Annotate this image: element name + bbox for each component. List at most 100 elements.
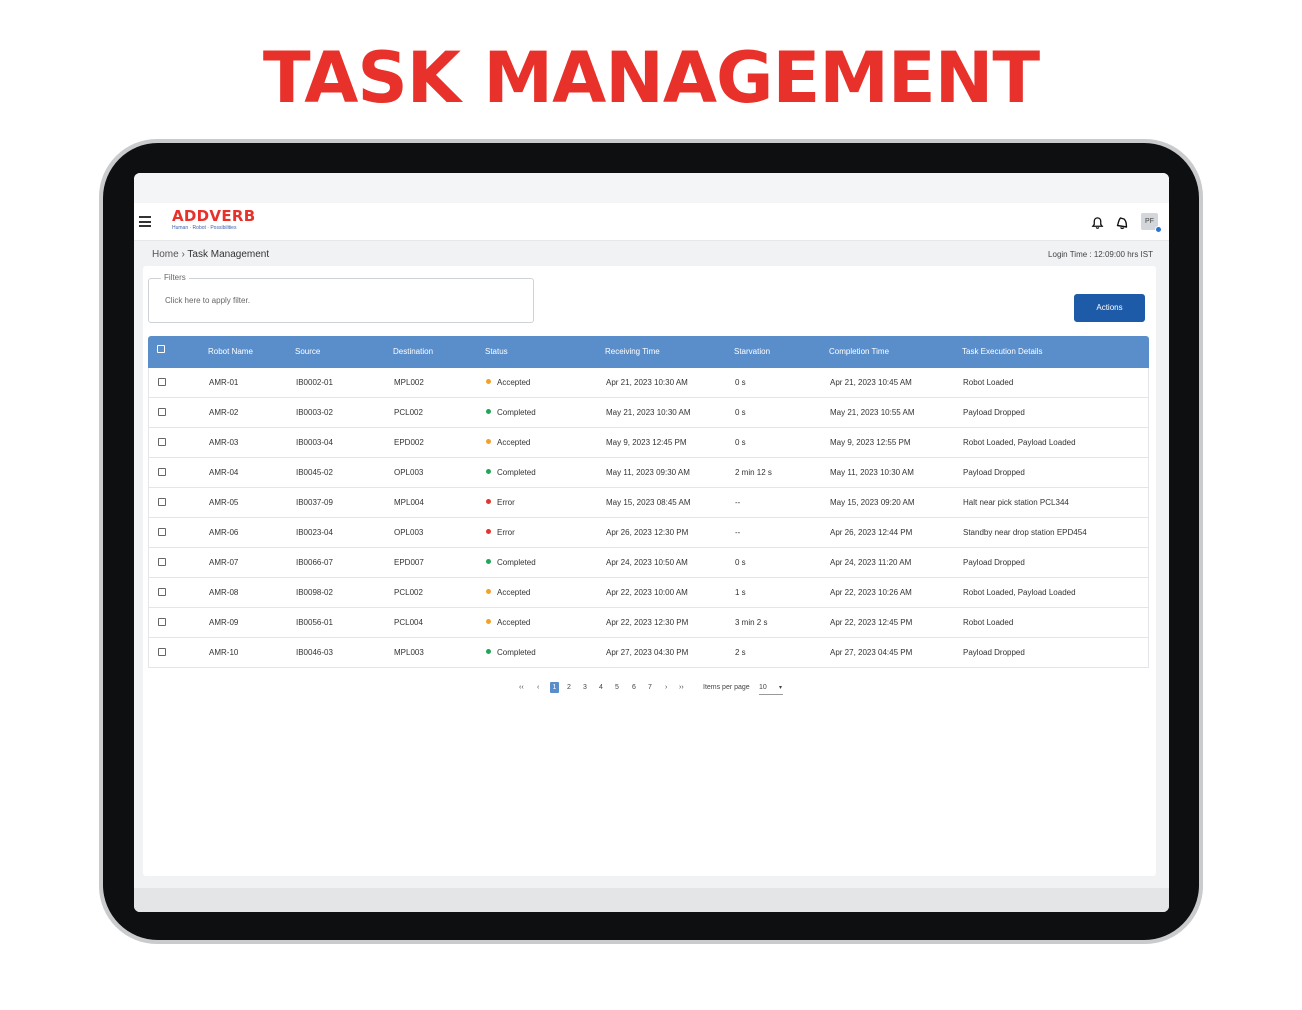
table-header: Robot Name Source Destination Status Rec… xyxy=(148,336,1149,368)
column-header-task-details[interactable]: Task Execution Details xyxy=(962,336,1042,368)
row-checkbox[interactable] xyxy=(158,468,166,476)
page-3-button[interactable]: 3 xyxy=(583,682,587,694)
row-checkbox[interactable] xyxy=(158,378,166,386)
actions-button[interactable]: Actions xyxy=(1074,294,1145,322)
row-checkbox[interactable] xyxy=(158,648,166,656)
task-table: Robot Name Source Destination Status Rec… xyxy=(148,336,1149,668)
cell-starvation: 1 s xyxy=(735,588,746,597)
cell-receiving-time: Apr 24, 2023 10:50 AM xyxy=(606,558,688,567)
table-body: AMR-01 IB0002-01 MPL002 Accepted Apr 21, 202… xyxy=(148,368,1149,668)
table-row[interactable]: AMR-06 IB0023-04 OPL003 Error Apr 26, 2023 1… xyxy=(148,518,1149,548)
cell-starvation: 0 s xyxy=(735,438,746,447)
filter-box[interactable]: Filters Click here to apply filter. xyxy=(148,273,534,323)
cell-destination: OPL003 xyxy=(394,468,424,477)
cell-completion-time: Apr 21, 2023 10:45 AM xyxy=(830,378,912,387)
row-checkbox[interactable] xyxy=(158,588,166,596)
cell-receiving-time: Apr 21, 2023 10:30 AM xyxy=(606,378,688,387)
row-checkbox[interactable] xyxy=(158,558,166,566)
column-header-starvation[interactable]: Starvation xyxy=(734,336,770,368)
status-dot-icon xyxy=(486,619,491,625)
cell-source: IB0046-03 xyxy=(296,648,333,657)
cell-completion-time: May 11, 2023 10:30 AM xyxy=(830,468,914,477)
column-header-completion-time[interactable]: Completion Time xyxy=(829,336,889,368)
cell-destination: MPL003 xyxy=(394,648,424,657)
notification-bell-icon[interactable] xyxy=(1091,216,1104,230)
menu-icon[interactable] xyxy=(139,216,151,227)
row-checkbox[interactable] xyxy=(158,498,166,506)
row-checkbox[interactable] xyxy=(158,408,166,416)
table-row[interactable]: AMR-03 IB0003-04 EPD002 Accepted May 9, 2023… xyxy=(148,428,1149,458)
prev-page-button[interactable]: ‹ xyxy=(537,682,539,694)
row-checkbox[interactable] xyxy=(158,618,166,626)
page-2-button[interactable]: 2 xyxy=(567,682,571,694)
cell-status: Accepted xyxy=(486,368,530,398)
table-row[interactable]: AMR-07 IB0066-07 EPD007 Completed Apr 24, 20… xyxy=(148,548,1149,578)
alert-icon[interactable] xyxy=(1115,216,1129,230)
cell-starvation: 0 s xyxy=(735,378,746,387)
cell-task-details: Standby near drop station EPD454 xyxy=(963,528,1087,537)
cell-status: Error xyxy=(486,488,515,518)
status-dot-icon xyxy=(486,589,491,595)
column-header-robot-name[interactable]: Robot Name xyxy=(208,336,253,368)
first-page-button[interactable]: ‹‹ xyxy=(519,682,524,694)
page-1-button[interactable]: 1 xyxy=(550,682,559,693)
status-label: Accepted xyxy=(497,378,531,387)
status-label: Completed xyxy=(497,558,536,567)
breadcrumb-home[interactable]: Home xyxy=(152,249,179,260)
cell-robot-name: AMR-10 xyxy=(209,648,239,657)
cell-starvation: 2 s xyxy=(735,648,746,657)
cell-destination: MPL002 xyxy=(394,378,424,387)
cell-receiving-time: May 15, 2023 08:45 AM xyxy=(606,498,691,507)
table-row[interactable]: AMR-09 IB0056-01 PCL004 Accepted Apr 22, 202… xyxy=(148,608,1149,638)
brand-logo[interactable]: ADDVERB Human · Robot · Possibilities xyxy=(172,208,255,232)
status-dot-icon xyxy=(486,529,491,535)
table-row[interactable]: AMR-10 IB0046-03 MPL003 Completed Apr 27, 20… xyxy=(148,638,1149,668)
table-row[interactable]: AMR-08 IB0098-02 PCL002 Accepted Apr 22, 202… xyxy=(148,578,1149,608)
cell-source: IB0002-01 xyxy=(296,378,333,387)
cell-receiving-time: Apr 26, 2023 12:30 PM xyxy=(606,528,689,537)
page-7-button[interactable]: 7 xyxy=(648,682,652,694)
breadcrumb: Home › Task Management xyxy=(152,249,269,260)
cell-status: Completed xyxy=(486,548,536,578)
cell-starvation: 2 min 12 s xyxy=(735,468,772,477)
table-row[interactable]: AMR-02 IB0003-02 PCL002 Completed May 21, 20… xyxy=(148,398,1149,428)
user-initials: PF xyxy=(1145,218,1154,225)
cell-completion-time: May 15, 2023 09:20 AM xyxy=(830,498,915,507)
cell-destination: EPD007 xyxy=(394,558,424,567)
select-all-checkbox[interactable] xyxy=(157,345,165,353)
cell-task-details: Robot Loaded xyxy=(963,378,1014,387)
cell-robot-name: AMR-09 xyxy=(209,618,239,627)
login-time: Login Time : 12:09:00 hrs IST xyxy=(1048,250,1153,259)
cell-receiving-time: Apr 22, 2023 10:00 AM xyxy=(606,588,688,597)
items-per-page-select[interactable]: 10 ▾ xyxy=(759,682,783,695)
cell-robot-name: AMR-06 xyxy=(209,528,239,537)
table-row[interactable]: AMR-04 IB0045-02 OPL003 Completed May 11, 20… xyxy=(148,458,1149,488)
column-header-source[interactable]: Source xyxy=(295,336,320,368)
column-header-receiving-time[interactable]: Receiving Time xyxy=(605,336,660,368)
last-page-button[interactable]: ›› xyxy=(679,682,684,694)
table-row[interactable]: AMR-01 IB0002-01 MPL002 Accepted Apr 21, 202… xyxy=(148,368,1149,398)
row-checkbox[interactable] xyxy=(158,528,166,536)
cell-task-details: Robot Loaded, Payload Loaded xyxy=(963,438,1076,447)
cell-destination: PCL004 xyxy=(394,618,423,627)
cell-source: IB0056-01 xyxy=(296,618,333,627)
cell-task-details: Robot Loaded xyxy=(963,618,1014,627)
next-page-button[interactable]: › xyxy=(665,682,667,694)
cell-robot-name: AMR-08 xyxy=(209,588,239,597)
cell-destination: MPL004 xyxy=(394,498,424,507)
column-header-status[interactable]: Status xyxy=(485,336,508,368)
row-checkbox[interactable] xyxy=(158,438,166,446)
page-4-button[interactable]: 4 xyxy=(599,682,603,694)
cell-receiving-time: May 11, 2023 09:30 AM xyxy=(606,468,690,477)
cell-source: IB0037-09 xyxy=(296,498,333,507)
user-avatar[interactable]: PF xyxy=(1141,213,1162,233)
page-6-button[interactable]: 6 xyxy=(632,682,636,694)
cell-status: Accepted xyxy=(486,428,530,458)
cell-robot-name: AMR-04 xyxy=(209,468,239,477)
table-row[interactable]: AMR-05 IB0037-09 MPL004 Error May 15, 2023 0… xyxy=(148,488,1149,518)
status-dot-icon xyxy=(486,559,491,565)
main-panel: Filters Click here to apply filter. Acti… xyxy=(143,266,1156,876)
page-5-button[interactable]: 5 xyxy=(615,682,619,694)
cell-destination: PCL002 xyxy=(394,588,423,597)
column-header-destination[interactable]: Destination xyxy=(393,336,433,368)
